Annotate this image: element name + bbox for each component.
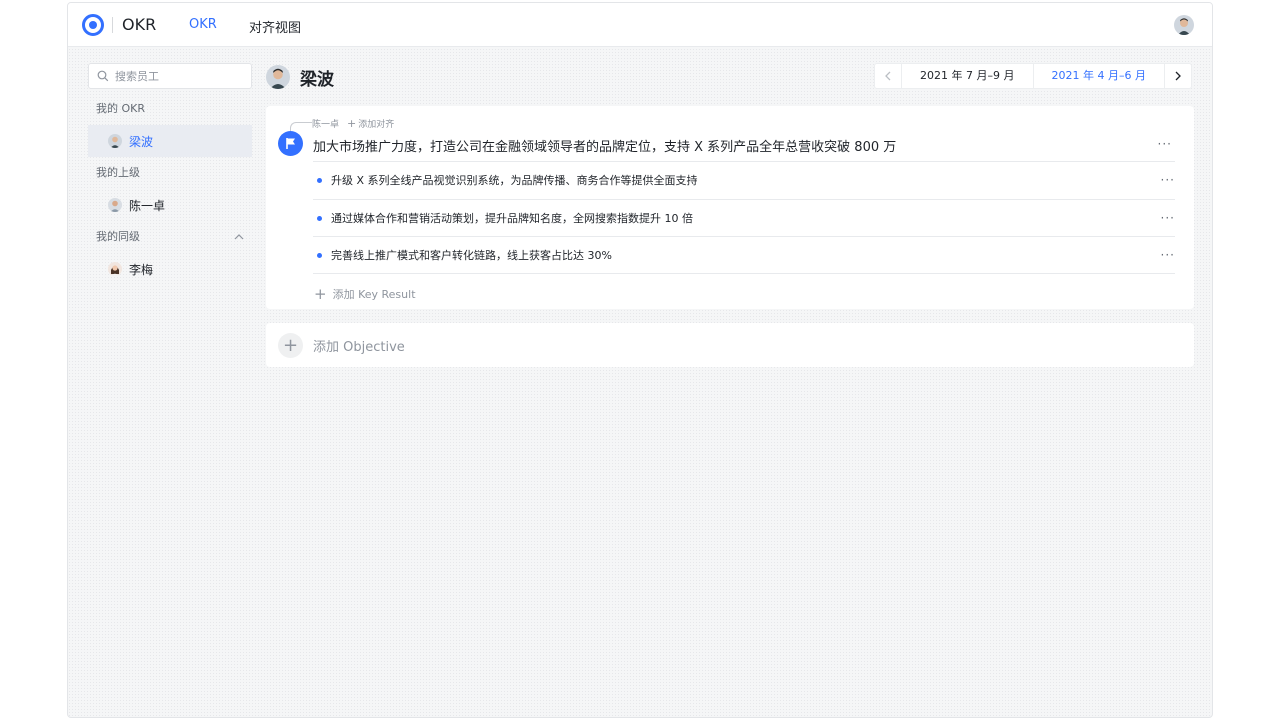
chevron-left-icon (885, 71, 891, 81)
avatar-icon (266, 65, 290, 89)
person-name: 李梅 (129, 262, 154, 277)
objective-title[interactable]: 加大市场推广力度，打造公司在金融领域领导者的品牌定位，支持 X 系列产品全年总营… (313, 136, 896, 155)
period-option-q2[interactable]: 2021 年 4 月–6 月 (1032, 64, 1165, 88)
bullet-dot (317, 215, 322, 221)
employee-search-input[interactable] (115, 69, 245, 83)
group-title-my-peers[interactable]: 我的同级 (88, 221, 252, 253)
chevron-right-icon (1175, 71, 1181, 81)
top-navigation-bar: OKR OKR 对齐视图 (68, 3, 1212, 47)
search-icon (97, 70, 109, 82)
sidebar-person-chenyizhuo[interactable]: 陈一卓 (88, 189, 252, 221)
group-title-my-okr: 我的 OKR (96, 102, 146, 115)
tab-okr[interactable]: OKR (189, 17, 217, 32)
key-result-text: 通过媒体合作和营销活动策划，提升品牌知名度，全网搜索指数提升 10 倍 (331, 211, 693, 225)
tab-alignment-view[interactable]: 对齐视图 (249, 17, 301, 36)
avatar-icon (108, 134, 122, 148)
plus-icon: + (278, 332, 303, 358)
add-objective-button[interactable]: + 添加 Objective (266, 323, 1194, 367)
more-icon[interactable]: ··· (1161, 248, 1175, 262)
aligned-to-person[interactable]: 陈一卓 (312, 117, 339, 130)
period-option-q3[interactable]: 2021 年 7 月–9 月 (901, 64, 1032, 88)
next-period-button[interactable] (1165, 64, 1191, 88)
people-sidebar: 我的 OKR 梁波 我的上级 陈一卓 我的同级 李梅 (88, 63, 252, 285)
plus-icon: + (314, 284, 327, 303)
employee-search-box[interactable] (88, 63, 252, 89)
group-title-label: 我的同级 (96, 230, 140, 243)
logo-divider (112, 17, 113, 33)
group-title-my-superior: 我的上级 (96, 166, 140, 179)
person-name: 陈一卓 (129, 198, 166, 213)
avatar-icon (108, 198, 122, 212)
person-name: 梁波 (129, 134, 154, 149)
period-switcher: 2021 年 7 月–9 月 2021 年 4 月–6 月 (874, 63, 1192, 89)
prev-period-button[interactable] (875, 64, 901, 88)
key-result-list: 升级 X 系列全线产品视觉识别系统，为品牌传播、商务合作等提供全面支持 ··· … (313, 161, 1175, 274)
chevron-up-icon[interactable] (234, 233, 244, 241)
key-result-item[interactable]: 通过媒体合作和营销活动策划，提升品牌知名度，全网搜索指数提升 10 倍 ··· (313, 198, 1175, 237)
sidebar-person-limei[interactable]: 李梅 (88, 253, 252, 285)
bullet-dot (317, 178, 322, 183)
page-title: 梁波 (300, 69, 334, 90)
add-objective-label: 添加 Objective (313, 339, 405, 355)
add-alignment-link[interactable]: 添加对齐 (358, 117, 394, 130)
key-result-item[interactable]: 升级 X 系列全线产品视觉识别系统，为品牌传播、商务合作等提供全面支持 ··· (313, 161, 1175, 199)
objective-card: 陈一卓 + 添加对齐 加大市场推广力度，打造公司在金融领域领导者的品牌定位，支持… (266, 106, 1194, 309)
alignment-row: 陈一卓 + 添加对齐 (312, 117, 394, 130)
add-key-result-label: 添加 Key Result (332, 288, 416, 301)
okr-app-window: OKR OKR 对齐视图 我的 OKR 梁波 我的上级 (67, 2, 1213, 718)
plus-icon: + (347, 117, 357, 130)
key-result-item[interactable]: 完善线上推广模式和客户转化链路，线上获客占比达 30% ··· (313, 236, 1175, 274)
add-key-result-button[interactable]: + 添加 Key Result (314, 286, 416, 302)
more-icon[interactable]: ··· (1161, 173, 1175, 187)
key-result-text: 完善线上推广模式和客户转化链路，线上获客占比达 30% (331, 248, 612, 262)
flag-icon (278, 131, 303, 156)
key-result-text: 升级 X 系列全线产品视觉识别系统，为品牌传播、商务合作等提供全面支持 (331, 174, 698, 188)
bullet-dot (317, 253, 322, 258)
user-avatar-icon[interactable] (1174, 15, 1194, 35)
more-icon[interactable]: ··· (1161, 211, 1175, 225)
more-icon[interactable]: ··· (1158, 137, 1172, 151)
target-ring-icon[interactable] (82, 14, 104, 36)
avatar-icon (108, 262, 122, 276)
page-header: 梁波 (266, 63, 334, 91)
sidebar-person-liangbo[interactable]: 梁波 (88, 125, 252, 157)
app-name: OKR (122, 15, 157, 34)
